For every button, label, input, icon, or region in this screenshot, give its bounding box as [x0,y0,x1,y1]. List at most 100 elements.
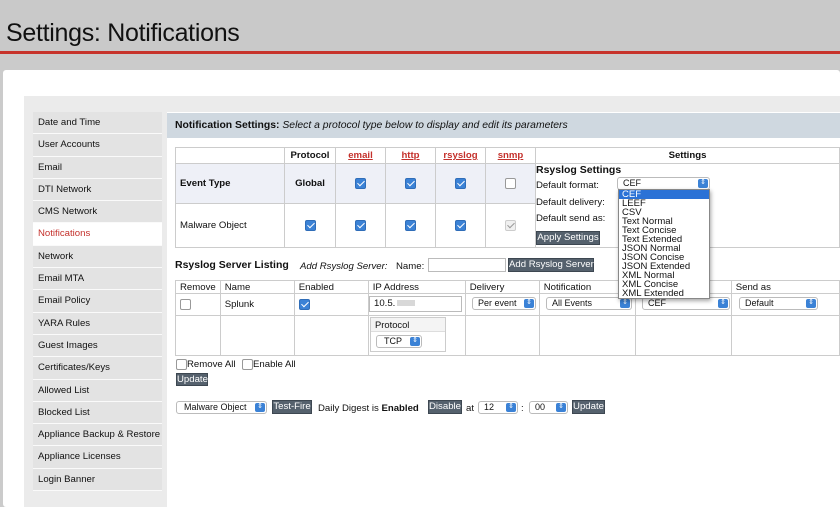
delivery-select[interactable]: Per event ⇕ [472,297,536,310]
server-name-input[interactable] [428,258,506,272]
chevron-updown-icon: ⇕ [698,179,708,188]
server-enabled-checkbox[interactable] [298,298,310,310]
remove-all-control[interactable]: Remove All [176,359,236,370]
event-http-checkbox[interactable] [405,177,416,189]
format-option-xml-extended[interactable]: XML Extended [619,289,709,299]
ip-address-input[interactable]: 10.5. [369,296,462,312]
chevron-updown-icon: ⇕ [556,403,566,412]
event-snmp-checkbox[interactable] [505,177,516,189]
malware-email-checkbox[interactable] [355,219,366,231]
server-name-cell: Splunk [219,293,295,316]
sidebar-item-allowed-list[interactable]: Allowed List [33,379,162,402]
digest-minute-value: 00 [535,402,546,412]
panel-subtitle: Select a protocol type below to display … [282,120,568,131]
col-send-as: Send as [730,280,840,294]
event-email-checkbox[interactable] [355,177,366,189]
object-type-value: Malware Object [184,402,247,412]
col-name: Name [219,280,295,294]
delivery-value: Per event [478,298,517,308]
chevron-updown-icon: ⇕ [410,337,420,346]
panel-title: Notification Settings: [175,120,280,131]
digest-text: Daily Digest is [318,403,379,414]
remove-server-checkbox[interactable] [180,298,191,310]
chevron-updown-icon: ⇕ [806,299,816,308]
sidebar-item-login-banner[interactable]: Login Banner [33,468,162,492]
sidebar-item-user-accounts[interactable]: User Accounts [33,134,162,157]
header-snmp: snmp [485,147,536,164]
sidebar-item-notifications[interactable]: Notifications [33,223,162,246]
chevron-updown-icon: ⇕ [718,299,728,308]
email-protocol-link[interactable]: email [348,150,373,161]
row-event-type-label: Event Type [175,163,285,204]
col-delivery: Delivery [464,280,540,294]
sidebar-item-blocked-list[interactable]: Blocked List [33,401,162,425]
row-malware-object-label: Malware Object [175,203,285,248]
digest-hour-value: 12 [484,402,495,412]
default-format-label: Default format: [536,180,599,191]
snmp-protocol-link[interactable]: snmp [498,150,524,161]
sidebar-item-email[interactable]: Email [33,156,162,179]
chevron-updown-icon: ⇕ [620,299,630,308]
object-type-select[interactable]: Malware Object ⇕ [176,401,267,414]
rsyslog-protocol-link[interactable]: rsyslog [443,150,477,161]
protocol-value: TCP [384,336,402,346]
server-name-label: Name: [396,261,425,272]
enable-all-checkbox[interactable] [242,359,253,370]
sidebar-item-yara-rules[interactable]: YARA Rules [33,312,162,335]
sidebar-item-date-time[interactable]: Date and Time [33,112,162,135]
settings-sidebar: Date and Time User Accounts Email DTI Ne… [33,112,162,492]
sidebar-item-backup-restore[interactable]: Appliance Backup & Restore [33,424,162,447]
malware-rsyslog-checkbox[interactable] [455,219,466,231]
col-ip: IP Address [367,280,466,294]
update-servers-button[interactable]: Update [176,373,208,386]
enable-all-control[interactable]: Enable All [242,359,296,370]
test-fire-button[interactable]: Test-Fire [272,400,312,414]
default-send-as-label: Default send as: [536,213,606,224]
http-protocol-link[interactable]: http [401,150,419,161]
sidebar-item-certificates[interactable]: Certificates/Keys [33,357,162,380]
default-delivery-label: Default delivery: [536,197,605,208]
col-remove: Remove [175,280,221,294]
malware-snmp-checkbox [505,219,516,231]
digest-state: Enabled [381,403,419,414]
sidebar-item-licenses[interactable]: Appliance Licenses [33,446,162,469]
protocol-table: Protocol email http rsyslog snmp Setting… [175,147,840,248]
protocol-select[interactable]: TCP ⇕ [376,335,422,348]
chevron-updown-icon: ⇕ [255,403,265,412]
add-rsyslog-server-button[interactable]: Add Rsyslog Server [508,258,594,272]
remove-all-checkbox[interactable] [176,359,187,370]
header-rsyslog: rsyslog [435,147,486,164]
rsyslog-settings-title: Rsyslog Settings [536,164,622,176]
disable-digest-button[interactable]: Disable [428,400,462,414]
format-dropdown-list[interactable]: CEF LEEF CSV Text Normal Text Concise Te… [618,189,710,299]
remove-all-label: Remove All [187,359,236,371]
header-email: email [335,147,386,164]
at-label: at [466,403,475,414]
header-protocol: Protocol [284,147,336,164]
malware-http-checkbox[interactable] [405,219,416,231]
panel-header: Notification Settings: Select a protocol… [167,113,840,138]
corner-cell [175,147,285,164]
apply-settings-button[interactable]: Apply Settings [536,231,600,245]
redacted-ip-block [397,300,416,307]
chevron-updown-icon: ⇕ [524,299,534,308]
sidebar-item-email-policy[interactable]: Email Policy [33,290,162,313]
row-event-type-protocol: Global [284,163,336,204]
sidebar-item-dti-network[interactable]: DTI Network [33,178,162,202]
sidebar-item-network[interactable]: Network [33,245,162,269]
sidebar-item-guest-images[interactable]: Guest Images [33,334,162,358]
notification-value: All Events [552,298,593,308]
send-as-select[interactable]: Default ⇕ [739,297,818,310]
event-rsyslog-checkbox[interactable] [455,177,466,189]
send-as-value: Default [745,298,774,308]
sidebar-item-cms-network[interactable]: CMS Network [33,201,162,224]
update-digest-button[interactable]: Update [572,400,605,414]
sidebar-item-email-mta[interactable]: Email MTA [33,268,162,291]
server-table: Remove Name Enabled IP Address Delivery … [175,280,840,356]
time-colon: : [521,403,524,414]
malware-global-checkbox[interactable] [304,219,316,231]
digest-minute-select[interactable]: 00 ⇕ [529,401,568,414]
digest-hour-select[interactable]: 12 ⇕ [478,401,518,414]
protocol-label: Protocol [371,318,445,332]
add-server-label: Add Rsyslog Server: [300,261,388,272]
